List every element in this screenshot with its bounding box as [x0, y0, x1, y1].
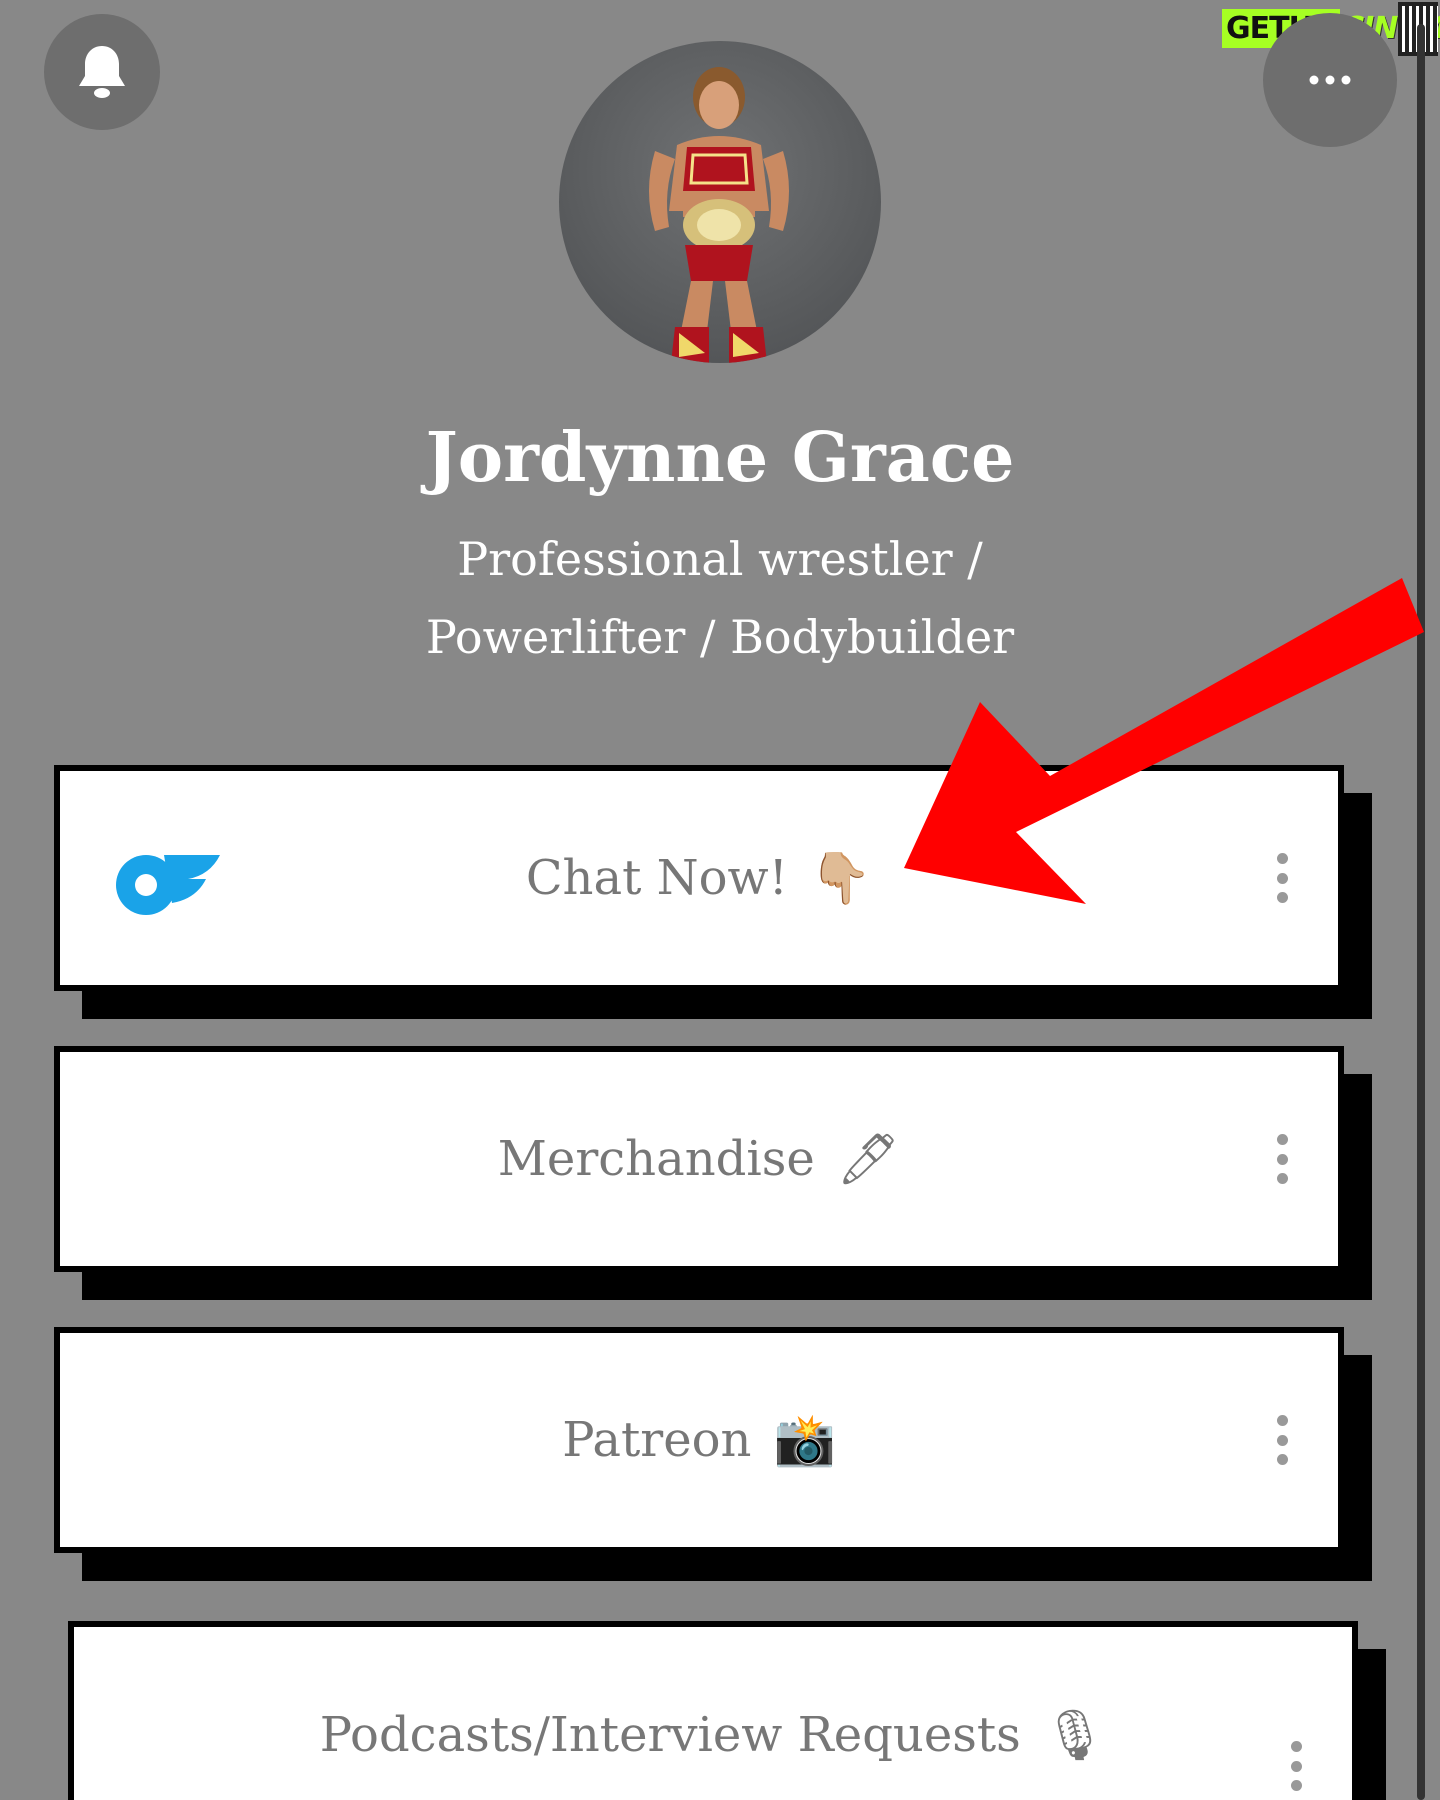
- profile-bio: Professional wrestler / Powerlifter / Bo…: [300, 520, 1140, 676]
- more-vertical-icon: [1276, 853, 1288, 864]
- link-menu-button[interactable]: [1272, 1415, 1292, 1465]
- profile-name: Jordynne Grace: [425, 418, 1015, 498]
- link-label: Podcasts/Interview Requests: [319, 1707, 1021, 1763]
- bio-line-2: Powerlifter / Bodybuilder: [425, 610, 1015, 664]
- pointing-down-icon: 👇🏼: [809, 849, 873, 907]
- link-label: Merchandise: [497, 1131, 815, 1187]
- more-horizontal-icon: [1309, 75, 1351, 85]
- link-chat-now[interactable]: Chat Now! 👇🏼: [54, 765, 1344, 991]
- onlyfans-logo-icon: [116, 855, 220, 915]
- link-patreon[interactable]: Patreon 📸: [54, 1327, 1344, 1553]
- notification-button[interactable]: [44, 14, 160, 130]
- link-label: Patreon: [562, 1412, 752, 1468]
- pen-icon: 🖊: [836, 1130, 901, 1188]
- link-label: Chat Now!: [525, 850, 788, 906]
- scrollbar[interactable]: [1417, 24, 1425, 1800]
- more-vertical-icon: [1276, 1415, 1288, 1426]
- more-vertical-icon: [1276, 1134, 1288, 1145]
- avatar: [559, 41, 881, 363]
- wrestler-photo: [649, 67, 789, 363]
- link-menu-button[interactable]: [1286, 1741, 1306, 1791]
- bio-line-1: Professional wrestler /: [457, 532, 983, 586]
- link-podcasts[interactable]: Podcasts/Interview Requests 🎙: [68, 1621, 1358, 1800]
- link-menu-button[interactable]: [1272, 1134, 1292, 1184]
- more-options-button[interactable]: [1263, 13, 1397, 147]
- camera-flash-icon: 📸: [773, 1411, 836, 1469]
- link-merchandise[interactable]: Merchandise 🖊: [54, 1046, 1344, 1272]
- more-vertical-icon: [1290, 1741, 1302, 1752]
- link-menu-button[interactable]: [1272, 853, 1292, 903]
- microphone-icon: 🎙: [1042, 1706, 1107, 1764]
- bell-icon: [79, 46, 125, 98]
